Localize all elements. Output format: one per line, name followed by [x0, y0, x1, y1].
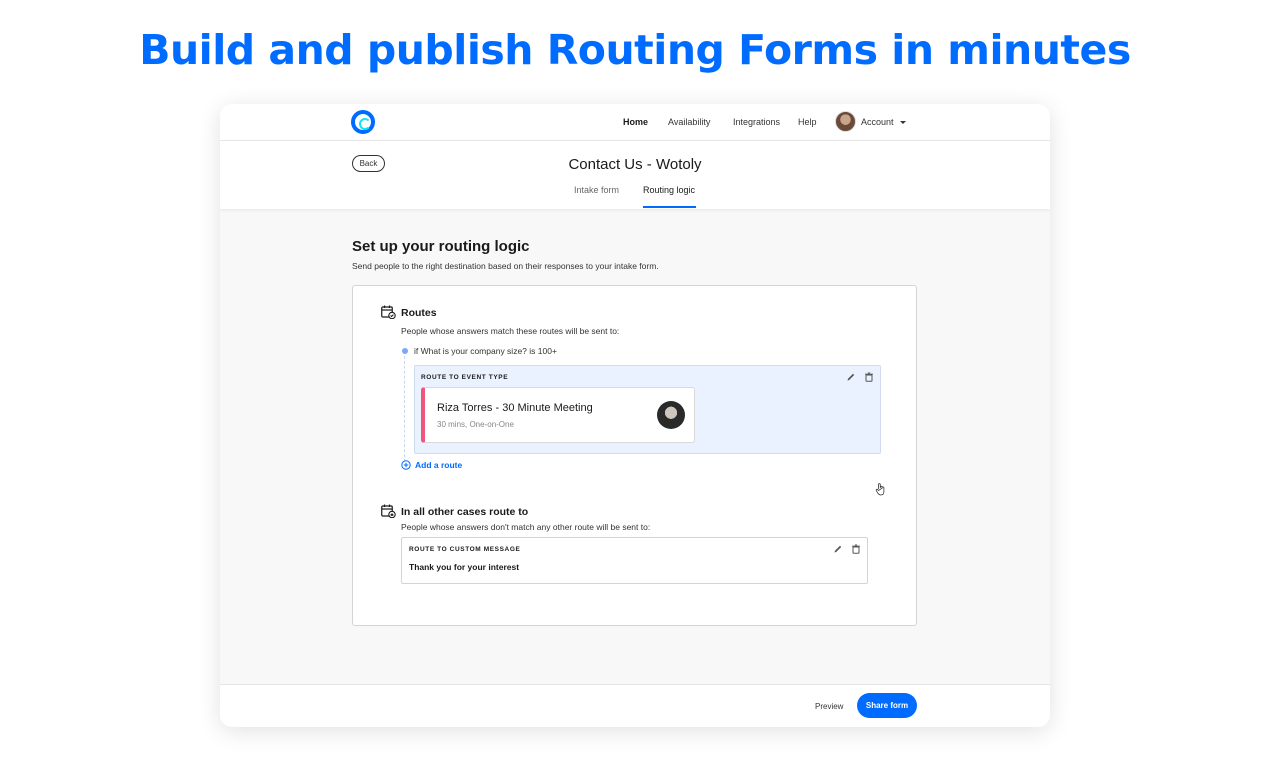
event-type-card[interactable]: Riza Torres - 30 Minute Meeting 30 mins,… — [421, 387, 695, 443]
routes-description: People whose answers match these routes … — [401, 326, 620, 336]
calendar-home-icon — [381, 504, 396, 518]
nav-help[interactable]: Help — [798, 117, 817, 127]
route-condition: if What is your company size? is 100+ — [414, 346, 557, 356]
fallback-heading: In all other cases route to — [401, 506, 529, 518]
calendar-check-icon — [381, 305, 396, 319]
form-header: Back Contact Us - Wotoly Intake form Rou… — [220, 141, 1050, 209]
app-window: Home Availability Integrations Help Acco… — [220, 104, 1050, 727]
section-subtitle: Send people to the right destination bas… — [352, 261, 659, 271]
share-form-button[interactable]: Share form — [857, 693, 917, 718]
page-headline: Build and publish Routing Forms in minut… — [139, 26, 1131, 74]
chevron-down-icon[interactable] — [900, 121, 906, 124]
event-meta: 30 mins, One-on-One — [437, 420, 514, 429]
event-title: Riza Torres - 30 Minute Meeting — [437, 402, 593, 414]
routes-heading: Routes — [401, 307, 437, 319]
trash-icon[interactable] — [864, 372, 874, 382]
top-navigation: Home Availability Integrations Help Acco… — [220, 104, 1050, 141]
tab-routing-logic[interactable]: Routing logic — [643, 185, 695, 195]
section-title: Set up your routing logic — [352, 238, 530, 255]
fallback-description: People whose answers don't match any oth… — [401, 522, 651, 532]
calendly-logo-icon[interactable] — [351, 110, 375, 134]
host-avatar — [657, 401, 685, 429]
page-title: Contact Us - Wotoly — [568, 156, 702, 173]
route-to-custom-message[interactable]: ROUTE TO CUSTOM MESSAGE Thank you for yo… — [401, 537, 868, 584]
custom-message-text: Thank you for your interest — [409, 562, 520, 572]
tab-intake-form[interactable]: Intake form — [574, 185, 619, 195]
route-type-label: ROUTE TO CUSTOM MESSAGE — [409, 546, 521, 553]
routing-card: Routes People whose answers match these … — [352, 285, 917, 626]
footer-bar: Preview Share form — [220, 684, 1050, 727]
route-type-label: ROUTE TO EVENT TYPE — [421, 374, 509, 381]
plus-circle-icon[interactable] — [401, 460, 411, 470]
account-avatar[interactable] — [835, 111, 856, 132]
nav-home[interactable]: Home — [623, 117, 648, 127]
preview-link[interactable]: Preview — [815, 702, 843, 711]
pencil-icon[interactable] — [833, 544, 843, 554]
nav-account[interactable]: Account — [861, 117, 894, 127]
active-tab-indicator — [643, 206, 696, 208]
nav-availability[interactable]: Availability — [668, 117, 710, 127]
hand-cursor-icon — [875, 483, 885, 496]
trash-icon[interactable] — [851, 544, 861, 554]
pencil-icon[interactable] — [846, 372, 856, 382]
route-connector — [404, 356, 405, 462]
nav-integrations[interactable]: Integrations — [733, 117, 780, 127]
add-route-link[interactable]: Add a route — [415, 460, 462, 470]
route-to-event-type[interactable]: ROUTE TO EVENT TYPE Riza Torres - 30 Min… — [414, 365, 885, 496]
condition-dot — [402, 348, 408, 354]
